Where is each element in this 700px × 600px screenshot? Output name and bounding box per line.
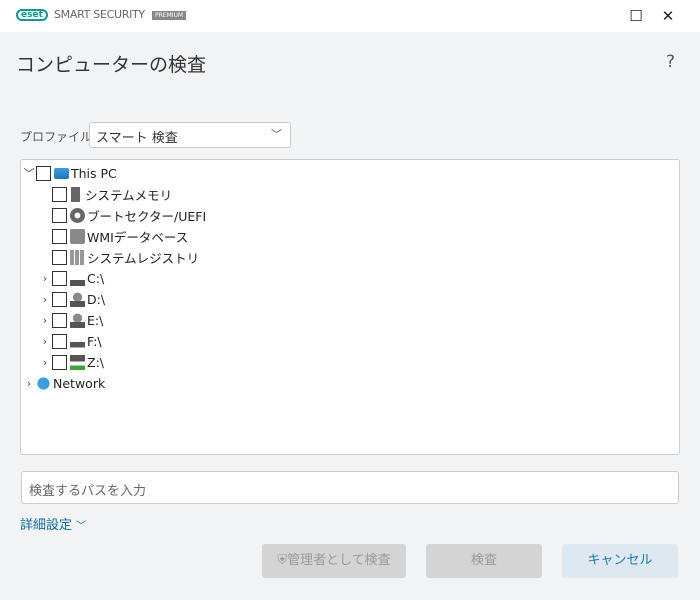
checkbox[interactable] — [52, 291, 67, 307]
checkbox[interactable] — [52, 270, 67, 286]
profile-select[interactable]: スマート 検査 ﹀ — [89, 122, 291, 148]
optical-drive-icon — [70, 312, 85, 328]
computer-icon — [54, 167, 69, 179]
help-button[interactable]: ? — [666, 52, 675, 72]
memory-icon — [71, 186, 80, 202]
profile-label: プロファイル — [20, 130, 93, 144]
advanced-settings-link[interactable]: 詳細設定 ﹀ — [20, 514, 86, 533]
eset-logo: eset — [16, 9, 48, 21]
disc-icon — [70, 207, 85, 223]
tree-item[interactable]: › E:\ — [38, 310, 103, 330]
checkbox[interactable] — [52, 186, 67, 202]
tree-item[interactable]: システムメモリ — [38, 184, 172, 204]
drive-icon — [70, 333, 85, 349]
scan-target-tree[interactable]: ﹀ This PC システムメモリブートセクター/UEFI WMIデータベース システム… — [20, 159, 680, 455]
tree-item[interactable]: › Z:\ — [38, 352, 104, 372]
chevron-down-icon: ﹀ — [76, 521, 87, 532]
admin-scan-button[interactable]: ⛨管理者として検査 — [262, 544, 406, 578]
path-input[interactable]: 検査するパスを入力 — [21, 471, 679, 504]
expand-icon[interactable]: › — [22, 377, 36, 390]
title-bar: eset SMART SECURITY PREMIUM ☐ ✕ — [0, 0, 700, 32]
checkbox[interactable] — [52, 333, 67, 349]
edition-badge: PREMIUM — [152, 11, 187, 20]
wmi-icon — [70, 228, 85, 244]
page-title: コンピューターの検査 — [16, 54, 207, 76]
expand-icon[interactable]: › — [38, 314, 52, 327]
network-drive-icon — [70, 354, 85, 370]
close-button[interactable]: ✕ — [658, 6, 678, 26]
collapse-icon[interactable]: ﹀ — [22, 165, 36, 181]
tree-item[interactable]: ﹀ This PC — [22, 163, 117, 183]
tree-item-label: WMIデータベース — [87, 229, 189, 245]
maximize-button[interactable]: ☐ — [626, 6, 646, 26]
expand-icon[interactable]: › — [38, 356, 52, 369]
tree-item[interactable]: › F:\ — [38, 331, 102, 351]
advanced-label: 詳細設定 — [20, 518, 73, 533]
checkbox[interactable] — [52, 312, 67, 328]
chevron-down-icon: ﹀ — [271, 128, 282, 141]
tree-item[interactable]: WMIデータベース — [38, 226, 188, 246]
tree-item-label: C:\ — [87, 270, 105, 286]
tree-item-label: Z:\ — [87, 354, 104, 370]
scan-button[interactable]: 検査 — [426, 544, 542, 578]
network-icon — [36, 375, 51, 391]
expand-icon[interactable]: › — [38, 293, 52, 306]
tree-item-label: Network — [53, 375, 106, 391]
checkbox[interactable] — [36, 165, 51, 181]
tree-item-label: ブートセクター/UEFI — [87, 208, 207, 224]
tree-item-label: F:\ — [87, 333, 102, 349]
system-drive-icon — [70, 270, 85, 286]
checkbox[interactable] — [52, 354, 67, 370]
tree-item-label: D:\ — [87, 291, 106, 307]
brand-name: SMART SECURITY — [54, 8, 145, 21]
tree-item[interactable]: › C:\ — [38, 268, 104, 288]
admin-scan-label: 管理者として検査 — [287, 553, 391, 568]
tree-item[interactable]: ブートセクター/UEFI — [38, 205, 206, 225]
tree-item[interactable]: › Network — [22, 373, 105, 393]
expand-icon[interactable]: › — [38, 272, 52, 285]
tree-item[interactable]: システムレジストリ — [38, 247, 199, 267]
tree-item-label: E:\ — [87, 312, 104, 328]
tree-item-label: システムメモリ — [85, 187, 173, 203]
shield-icon: ⛨ — [277, 553, 288, 568]
tree-item-label: This PC — [71, 165, 117, 181]
checkbox[interactable] — [52, 207, 67, 223]
registry-icon — [70, 249, 85, 265]
optical-drive-icon — [70, 291, 85, 307]
checkbox[interactable] — [52, 249, 67, 265]
tree-item-label: システムレジストリ — [87, 250, 200, 266]
expand-icon[interactable]: › — [38, 335, 52, 348]
tree-item[interactable]: › D:\ — [38, 289, 105, 309]
cancel-button[interactable]: キャンセル — [562, 544, 678, 578]
profile-value: スマート 検査 — [96, 131, 178, 146]
checkbox[interactable] — [52, 228, 67, 244]
